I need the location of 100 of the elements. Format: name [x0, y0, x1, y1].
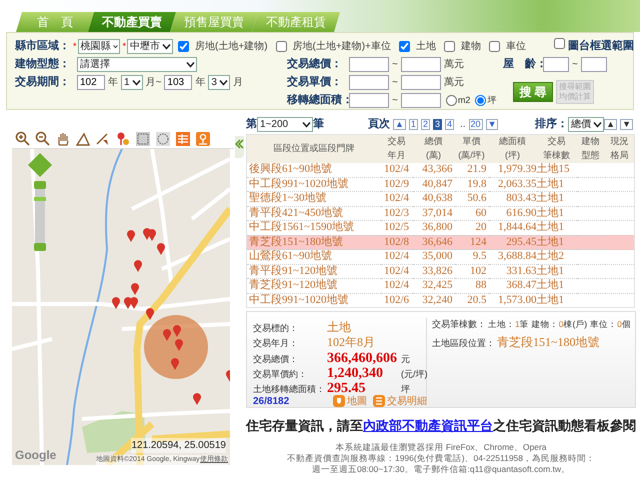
pointer-icon[interactable] — [95, 130, 111, 146]
platform-link[interactable]: 內政部不動產資訊平台 — [363, 418, 493, 433]
map-logo: Google — [15, 447, 56, 464]
input-field[interactable] — [580, 57, 607, 72]
input-field[interactable]: 102 — [77, 75, 105, 90]
table-cell: 土地2 — [536, 250, 576, 264]
detail-value: 土地 — [327, 319, 351, 336]
dropdown[interactable]: 總價 — [568, 116, 604, 132]
table-icon[interactable] — [175, 130, 191, 146]
map-drawing[interactable] — [12, 149, 230, 465]
table-row[interactable]: 青平段421~450地號 102/3 37,014 60 616.90土地1 — [246, 206, 634, 220]
page-button[interactable]: 3 — [432, 118, 442, 130]
sort-ascending-button[interactable]: ▲ — [604, 118, 618, 130]
table-row[interactable]: 山鶯段61~90地號 102/4 35,000 9.5 3,688.84土地2 — [246, 250, 634, 264]
sort-descending-button[interactable]: ▼ — [620, 118, 633, 130]
table-cell: 山鶯段61~90地號 — [246, 250, 380, 264]
zoom-out-icon[interactable] — [35, 130, 51, 146]
table-row[interactable]: 青芝段91~120地號 102/4 32,425 88 368.47土地1 — [246, 278, 634, 293]
detail-label: 土地移轉總面積： — [253, 383, 326, 396]
rectangle-select-icon[interactable] — [135, 130, 151, 146]
action-link[interactable]: 地圖 — [333, 394, 367, 408]
unit-label: 萬元 — [444, 58, 464, 72]
nav-tab[interactable]: 不動產買賣 — [88, 12, 176, 32]
column-header: 總價 — [412, 134, 454, 148]
list-icon — [373, 395, 385, 407]
checkbox[interactable] — [178, 41, 190, 52]
checkbox[interactable] — [444, 41, 455, 52]
count-label: 建物： — [532, 318, 559, 331]
input-field[interactable] — [349, 93, 389, 108]
caret-icon — [112, 42, 118, 51]
column-subheader: (萬/坪) — [454, 148, 488, 162]
count-unit: 筆 — [520, 318, 529, 331]
input-field[interactable] — [400, 93, 441, 108]
table-cell: 19.8 — [454, 177, 488, 192]
required-mark: * — [122, 40, 126, 53]
input-field[interactable]: 103 — [164, 75, 192, 90]
detail-label: 交易年月： — [253, 337, 299, 350]
range-separator: ~ — [392, 58, 398, 72]
table-cell: 88 — [454, 278, 488, 293]
table-row[interactable]: 後興段61~90地號 102/4 43,366 21.9 1,979.39土地15 — [246, 162, 634, 177]
range-label: 第 — [246, 116, 257, 132]
table-row[interactable]: 中工段991~1020地號 102/6 32,240 20.5 1,573.00土地1 — [246, 293, 634, 308]
dropdown[interactable]: 請選擇 — [77, 57, 197, 72]
page-button[interactable]: 20 — [468, 118, 483, 130]
map-pin-icon[interactable] — [195, 130, 211, 146]
page-button[interactable]: 2 — [420, 118, 430, 130]
pan-zoom-control[interactable] — [28, 153, 52, 253]
radio-button[interactable] — [475, 95, 486, 106]
input-field[interactable] — [543, 57, 569, 72]
detail-amount: 295.45 — [327, 380, 366, 396]
table-cell: 295.45 — [488, 235, 536, 250]
dropdown[interactable]: 桃園縣 — [78, 39, 120, 54]
unit-label: 元 — [401, 353, 410, 366]
search-button[interactable]: 搜 尋 — [513, 82, 553, 102]
collapse-handle[interactable] — [235, 136, 244, 158]
table-row[interactable]: 中工段991~1020地號 102/9 40,847 19.8 2,063.35土地1 — [246, 177, 634, 192]
detail-amount: 1,240,340 — [327, 365, 384, 382]
radio-label: 坪 — [487, 94, 496, 107]
table-row[interactable]: 青平段91~120地號 102/4 33,826 102 331.63土地1 — [246, 264, 634, 278]
marker-icon[interactable] — [115, 130, 131, 146]
checkbox[interactable] — [276, 41, 287, 52]
next-page-button[interactable]: ▼ — [486, 118, 498, 130]
dropdown[interactable]: 1 — [121, 75, 143, 90]
dropdown[interactable]: 中壢市 — [127, 39, 174, 54]
table-cell: 32,240 — [412, 293, 454, 308]
checkbox[interactable] — [554, 38, 565, 50]
circle-select-icon[interactable] — [155, 130, 171, 146]
column-header: 單價 — [454, 134, 488, 148]
table-row[interactable]: 聖德段1~30地號 102/4 40,638 50.6 803.43土地1 — [246, 192, 634, 206]
page-button[interactable]: 1 — [408, 118, 418, 130]
column-subheader: (萬) — [412, 148, 454, 162]
table-cell: 60 — [454, 206, 488, 220]
input-field[interactable] — [400, 75, 441, 90]
action-link[interactable]: 交易明細 — [373, 394, 427, 408]
record-counter: 26/8182 — [253, 394, 290, 408]
range-separator: ~ — [392, 76, 398, 90]
dropdown[interactable]: 1~200 — [257, 116, 313, 132]
input-field[interactable] — [349, 57, 389, 72]
zoom-in-icon[interactable] — [15, 130, 31, 146]
triangle-icon[interactable] — [75, 130, 91, 146]
footer-text: 週一至週五08:00~17:30。電子郵件信箱:q11@quantasoft.com.tw。 — [310, 464, 572, 474]
table-cell: 331.63 — [488, 264, 536, 278]
table-cell: 368.47 — [488, 278, 536, 293]
field-label: 交易期間： — [15, 74, 71, 90]
checkbox[interactable] — [488, 41, 500, 52]
table-cell: 102/4 — [380, 278, 412, 293]
detail-label: 交易筆棟數： — [432, 318, 486, 331]
table-cell: 土地1 — [536, 192, 576, 206]
first-page-button[interactable]: ▲ — [393, 118, 406, 130]
input-field[interactable] — [400, 57, 441, 72]
radio-button[interactable] — [446, 95, 457, 106]
dropdown[interactable]: 3 — [208, 75, 230, 90]
table-cell: 37,014 — [412, 206, 454, 220]
page-button[interactable]: 4 — [444, 118, 454, 130]
unit-label: 萬元 — [444, 76, 464, 90]
table-cell: 1,573.00 — [488, 293, 536, 308]
table-cell: 50.6 — [454, 192, 488, 206]
column-subheader: 型態 — [576, 148, 604, 162]
input-field[interactable] — [349, 75, 389, 90]
checkbox[interactable] — [398, 41, 410, 52]
